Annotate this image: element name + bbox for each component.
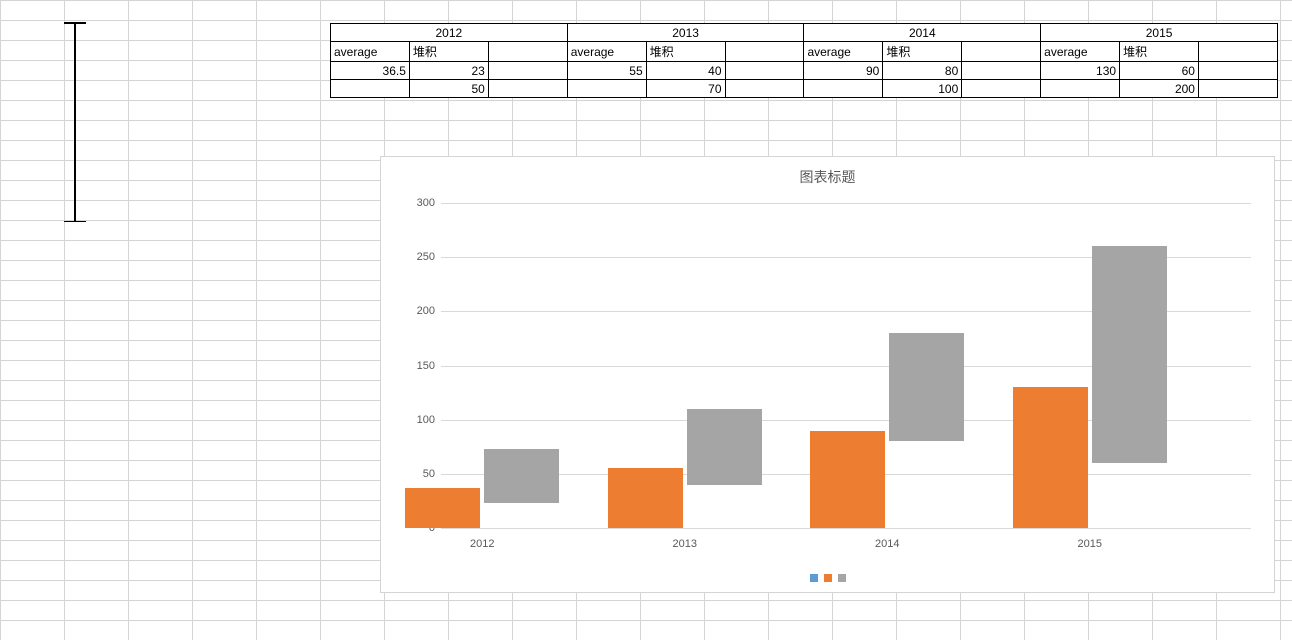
- cell-empty[interactable]: [962, 62, 1041, 80]
- drawing-i-beam: [68, 22, 82, 222]
- chart-title: 图表标题: [381, 157, 1274, 193]
- bar-stack: [484, 449, 559, 503]
- bar-average: [810, 431, 885, 529]
- cell-empty[interactable]: [1198, 42, 1277, 62]
- cell-value[interactable]: 90: [804, 62, 883, 80]
- col-label-stack[interactable]: 堆积: [646, 42, 725, 62]
- data-table[interactable]: 2012 2013 2014 2015 average 堆积 average 堆…: [330, 23, 1278, 98]
- chart-gridline: [441, 528, 1251, 529]
- cell-empty[interactable]: [804, 80, 883, 98]
- y-tick-label: 150: [417, 360, 435, 372]
- table-row: 50 70 100 200: [331, 80, 1278, 98]
- bar-average: [608, 468, 683, 528]
- y-tick-label: 250: [417, 251, 435, 263]
- cell-empty[interactable]: [331, 80, 410, 98]
- x-tick-label: 2014: [875, 538, 899, 550]
- cell-empty[interactable]: [962, 42, 1041, 62]
- y-tick-label: 100: [417, 414, 435, 426]
- cell-empty[interactable]: [488, 42, 567, 62]
- year-header[interactable]: 2015: [1041, 24, 1278, 42]
- bar-stack: [1092, 246, 1167, 463]
- chart-legend: [810, 574, 846, 582]
- cell-empty[interactable]: [725, 42, 804, 62]
- cell-value[interactable]: 60: [1120, 62, 1199, 80]
- chart-plot-area: 0501001502002503002012201320142015: [441, 203, 1251, 528]
- cell-value[interactable]: 200: [1120, 80, 1199, 98]
- table-row: average 堆积 average 堆积 average 堆积 average…: [331, 42, 1278, 62]
- x-tick-label: 2012: [470, 538, 494, 550]
- legend-swatch-orange: [824, 574, 832, 582]
- cell-value[interactable]: 100: [883, 80, 962, 98]
- cell-value[interactable]: 50: [409, 80, 488, 98]
- cell-value[interactable]: 70: [646, 80, 725, 98]
- bar-stack: [889, 333, 964, 441]
- col-label-average[interactable]: average: [1041, 42, 1120, 62]
- col-label-average[interactable]: average: [804, 42, 883, 62]
- table-row: 36.5 23 55 40 90 80 130 60: [331, 62, 1278, 80]
- y-tick-label: 200: [417, 305, 435, 317]
- cell-empty[interactable]: [488, 62, 567, 80]
- cell-value[interactable]: 55: [567, 62, 646, 80]
- table-row: 2012 2013 2014 2015: [331, 24, 1278, 42]
- col-label-stack[interactable]: 堆积: [883, 42, 962, 62]
- col-label-stack[interactable]: 堆积: [1120, 42, 1199, 62]
- x-tick-label: 2013: [673, 538, 697, 550]
- cell-empty[interactable]: [1198, 80, 1277, 98]
- cell-value[interactable]: 40: [646, 62, 725, 80]
- chart-gridline: [441, 203, 1251, 204]
- cell-empty[interactable]: [567, 80, 646, 98]
- cell-empty[interactable]: [962, 80, 1041, 98]
- bar-average: [405, 488, 480, 528]
- cell-empty[interactable]: [725, 62, 804, 80]
- cell-empty[interactable]: [488, 80, 567, 98]
- chart[interactable]: 图表标题 0501001502002503002012201320142015: [380, 156, 1275, 593]
- cell-empty[interactable]: [1041, 80, 1120, 98]
- col-label-stack[interactable]: 堆积: [409, 42, 488, 62]
- legend-swatch-blue: [810, 574, 818, 582]
- cell-value[interactable]: 36.5: [331, 62, 410, 80]
- year-header[interactable]: 2012: [331, 24, 568, 42]
- y-tick-label: 50: [423, 468, 435, 480]
- cell-value[interactable]: 80: [883, 62, 962, 80]
- cell-empty[interactable]: [725, 80, 804, 98]
- cell-value[interactable]: 130: [1041, 62, 1120, 80]
- cell-empty[interactable]: [1198, 62, 1277, 80]
- bar-stack: [687, 409, 762, 485]
- legend-swatch-gray: [838, 574, 846, 582]
- col-label-average[interactable]: average: [567, 42, 646, 62]
- x-tick-label: 2015: [1078, 538, 1102, 550]
- bar-average: [1013, 387, 1088, 528]
- col-label-average[interactable]: average: [331, 42, 410, 62]
- cell-value[interactable]: 23: [409, 62, 488, 80]
- year-header[interactable]: 2014: [804, 24, 1041, 42]
- y-tick-label: 300: [417, 197, 435, 209]
- year-header[interactable]: 2013: [567, 24, 804, 42]
